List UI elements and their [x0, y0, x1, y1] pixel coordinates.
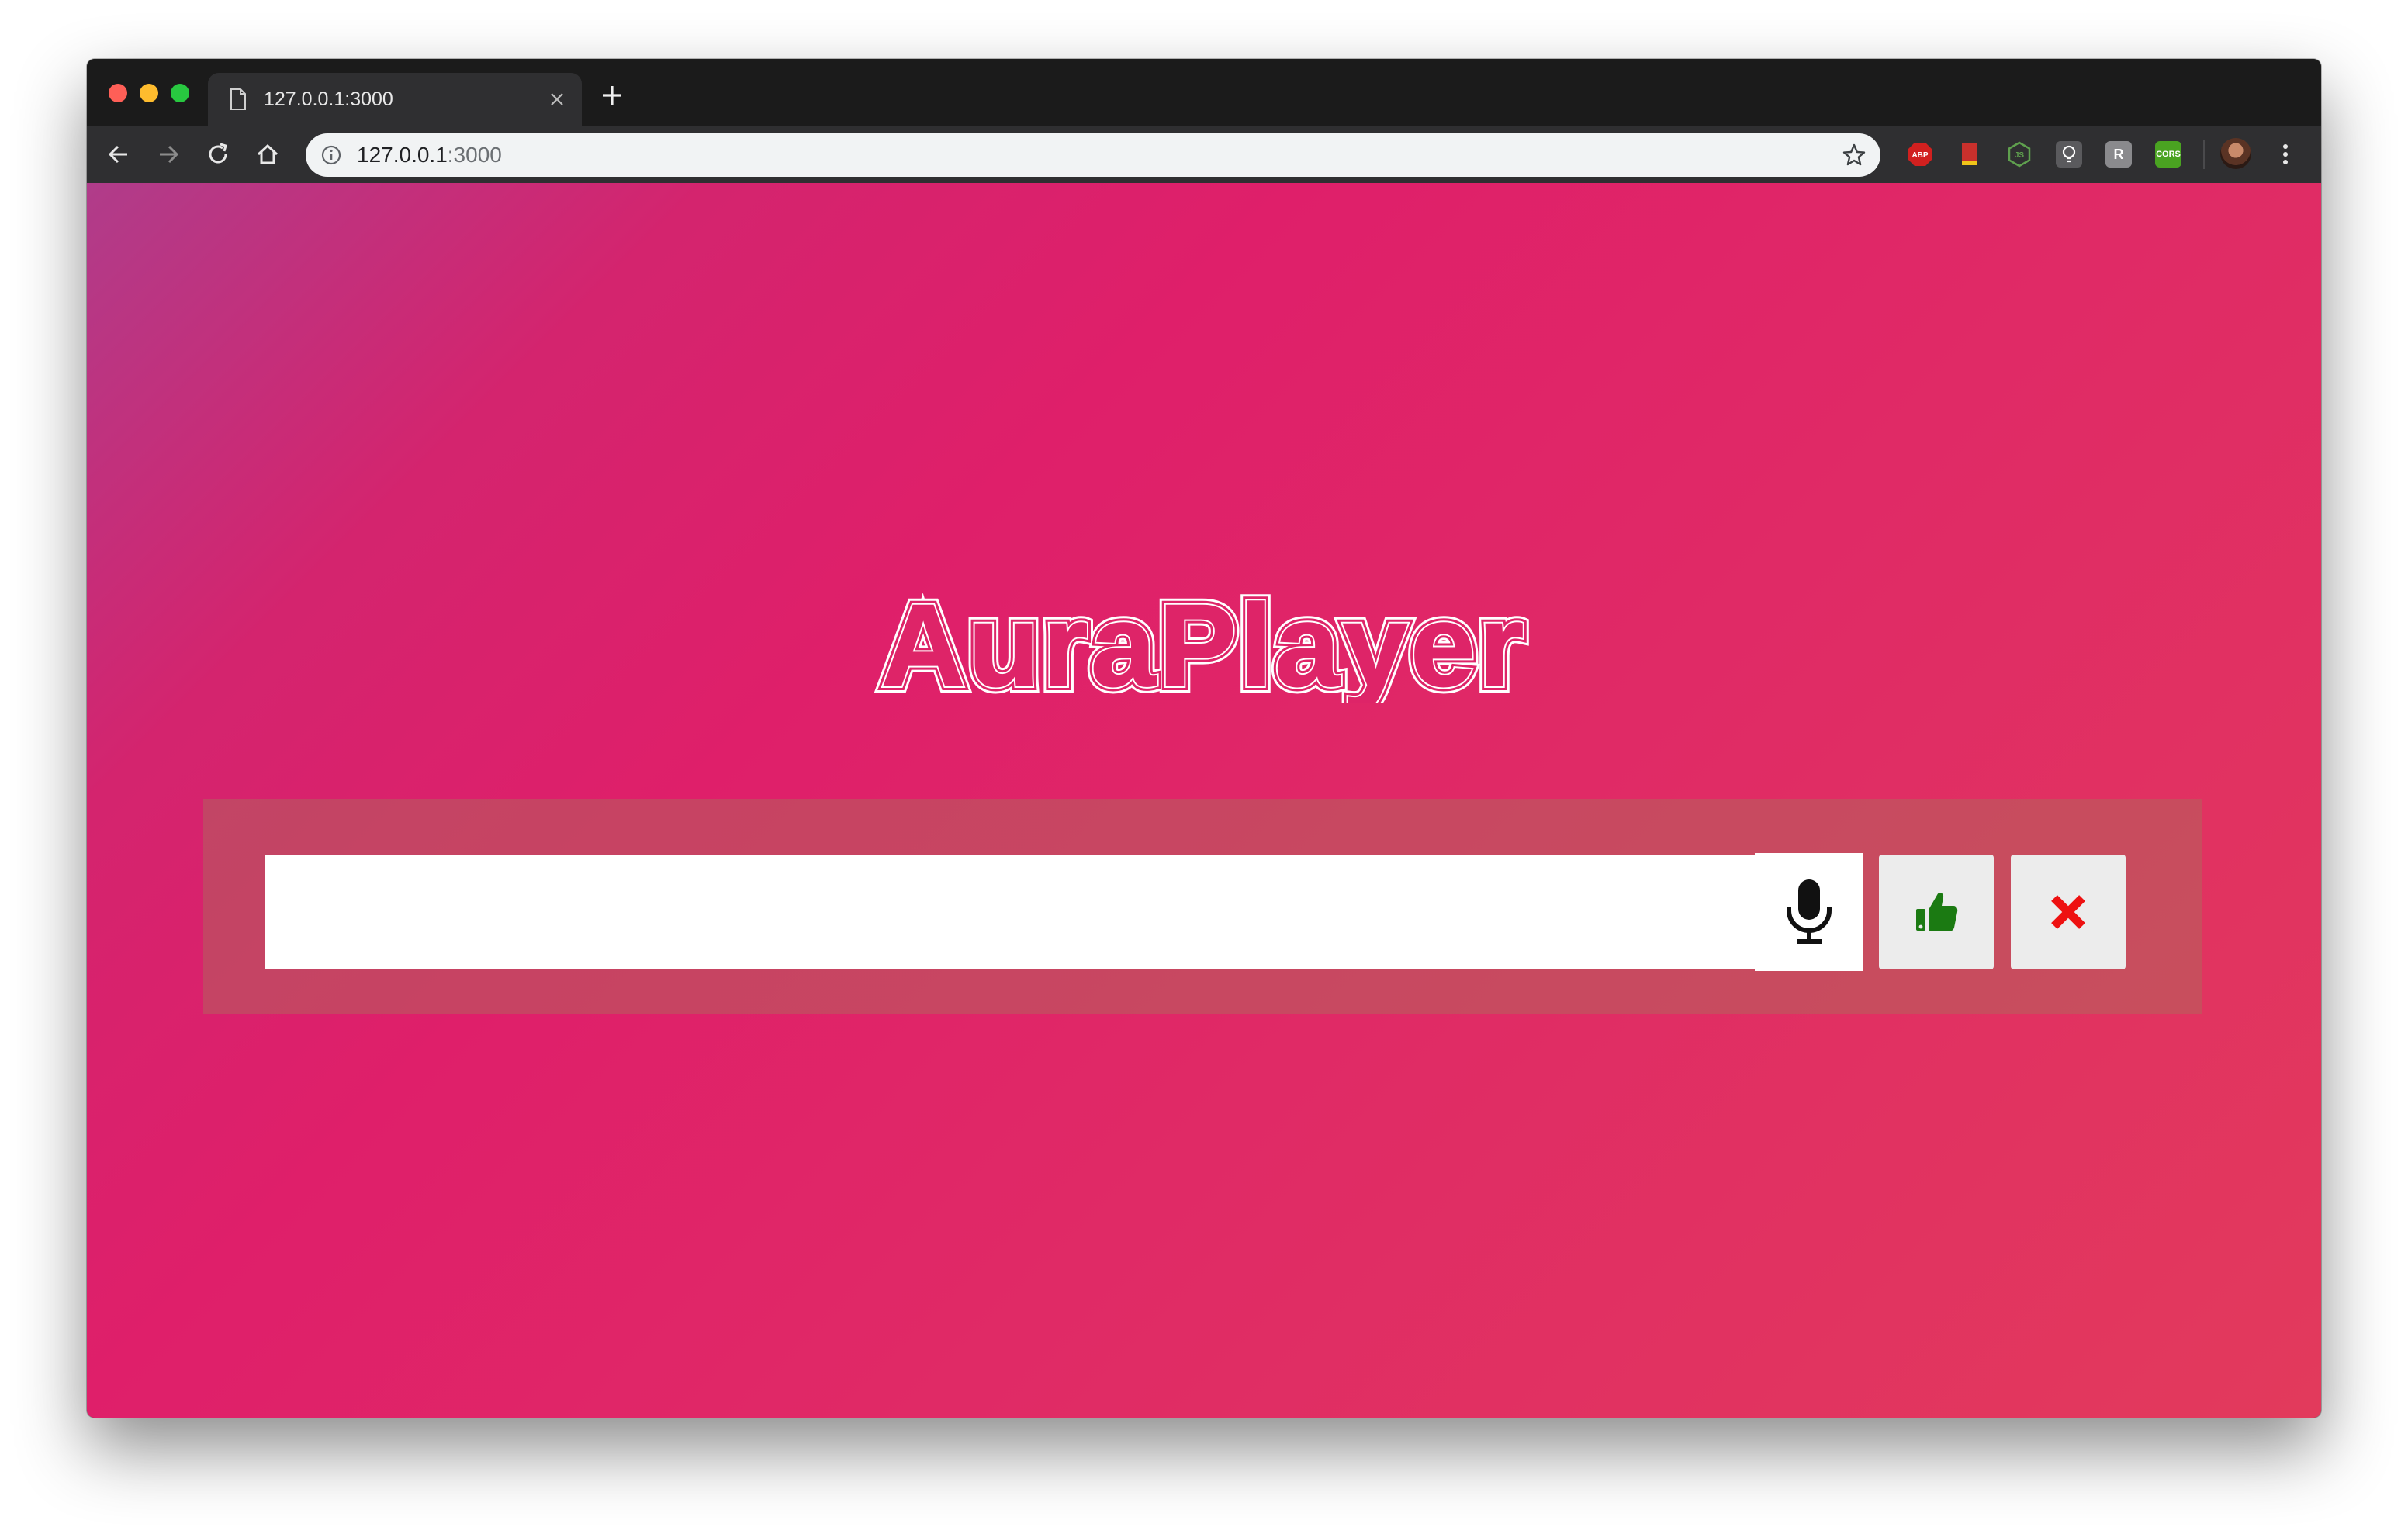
home-icon[interactable]: [253, 140, 282, 169]
adblock-plus-icon[interactable]: ABP: [1907, 141, 1933, 168]
lambda-icon[interactable]: R: [2105, 141, 2132, 168]
close-x-icon: [2051, 895, 2085, 929]
tab-strip: 127.0.0.1:3000: [87, 59, 2321, 126]
more-menu-icon[interactable]: [2278, 140, 2293, 169]
profile-avatar[interactable]: [2220, 138, 2251, 169]
auraplayer-logo: AuraPlayer AuraPlayer AuraPlayer AuraPla…: [874, 586, 1531, 703]
new-tab-icon[interactable]: [600, 84, 624, 107]
info-icon[interactable]: [321, 145, 341, 165]
forward-arrow-icon[interactable]: [154, 140, 183, 169]
page-viewport: AuraPlayer AuraPlayer AuraPlayer AuraPla…: [87, 183, 2321, 1418]
bookmark-red-icon[interactable]: [1956, 141, 1983, 168]
search-input[interactable]: [265, 855, 1756, 969]
nodejs-icon[interactable]: JS: [2006, 141, 2033, 168]
voice-search-button[interactable]: [1755, 853, 1863, 971]
lightbulb-icon[interactable]: [2056, 141, 2082, 168]
lambda-label: R: [2113, 147, 2124, 162]
adblock-octagon-icon: ABP: [1908, 143, 1932, 166]
cors-label: CORS: [2156, 150, 2181, 159]
search-panel: [203, 799, 2202, 1014]
cors-icon[interactable]: CORS: [2155, 141, 2181, 168]
minimize-window-button[interactable]: [140, 84, 158, 102]
document-icon: [230, 88, 246, 110]
browser-window: 127.0.0.1:3000 127.0.0.1:3000 ABP JS R C…: [87, 59, 2321, 1418]
toolbar-divider: [2203, 140, 2205, 169]
thumbs-up-icon: [1916, 893, 1958, 931]
adblock-label: ABP: [1912, 151, 1928, 160]
logo-inner-fill: AuraPlayer: [881, 586, 1527, 703]
reload-icon[interactable]: [203, 140, 233, 169]
dismiss-button[interactable]: [2011, 855, 2126, 969]
bulb-icon: [2062, 145, 2076, 163]
address-bar[interactable]: 127.0.0.1:3000: [306, 133, 1880, 177]
tab-title: 127.0.0.1:3000: [264, 88, 393, 110]
browser-tab[interactable]: 127.0.0.1:3000: [208, 73, 582, 126]
url-port: :3000: [447, 143, 502, 167]
like-button[interactable]: [1879, 855, 1994, 969]
maximize-window-button[interactable]: [171, 84, 189, 102]
hexagon-js-icon: JS: [2008, 141, 2031, 168]
url-text[interactable]: 127.0.0.1:3000: [357, 144, 502, 166]
url-host: 127.0.0.1: [357, 143, 448, 167]
microphone-icon: [1787, 879, 1832, 944]
close-tab-icon[interactable]: [548, 90, 566, 109]
back-arrow-icon[interactable]: [104, 140, 133, 169]
bookmark-star-icon[interactable]: [1842, 143, 1867, 168]
nodejs-label: JS: [2015, 151, 2025, 160]
close-window-button[interactable]: [109, 84, 127, 102]
red-book-icon: [1962, 143, 1977, 165]
browser-toolbar: 127.0.0.1:3000 ABP JS R CORS: [87, 126, 2321, 183]
